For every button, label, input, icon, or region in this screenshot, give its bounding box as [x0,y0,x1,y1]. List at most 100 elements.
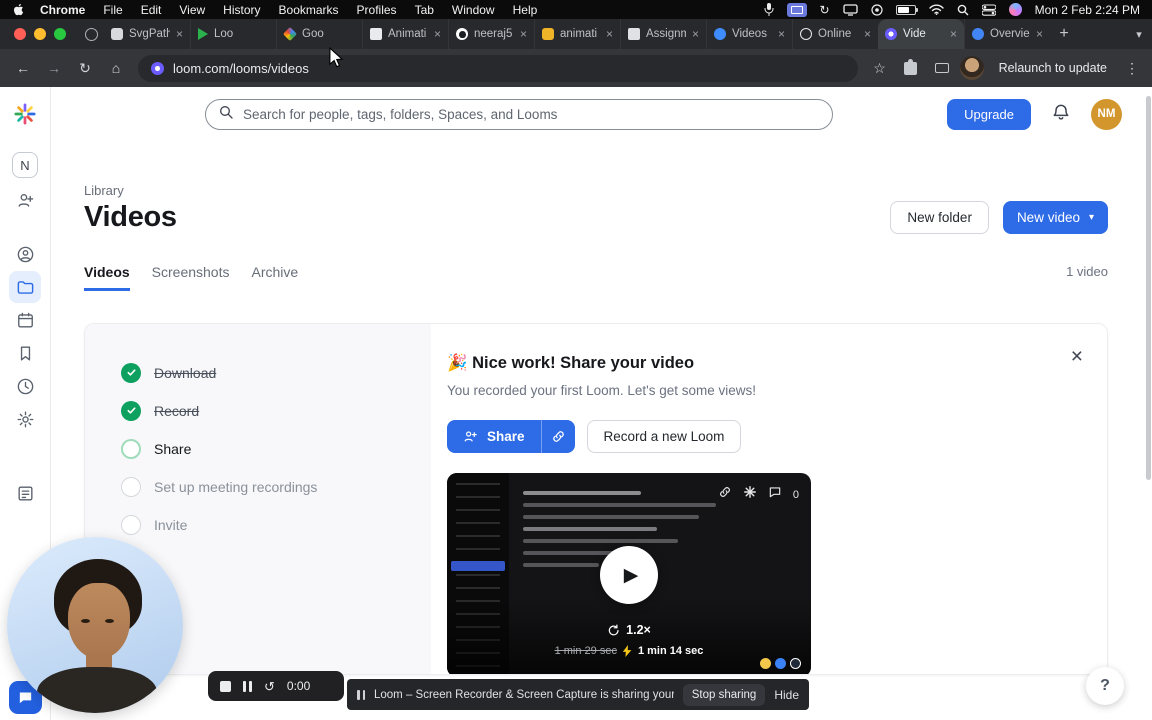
notifications-bell-icon[interactable] [1051,102,1071,127]
copy-video-link-icon[interactable] [718,485,732,504]
media-controls-icon[interactable] [929,55,955,81]
hide-banner-button[interactable]: Hide [774,688,799,702]
menu-history[interactable]: History [223,3,260,17]
back-button[interactable]: ← [10,55,36,81]
menu-profiles[interactable]: Profiles [357,3,397,17]
close-window-button[interactable] [14,28,26,40]
relaunch-to-update-button[interactable]: Relaunch to update [989,56,1117,80]
close-tab-icon[interactable]: × [950,28,957,40]
play-button[interactable]: ▶ [600,546,658,604]
pinned-tab[interactable] [78,19,104,49]
menu-view[interactable]: View [179,3,205,17]
playback-speed-badge[interactable]: 1.2× [607,623,651,637]
screen-sharing-status-icon[interactable] [786,2,807,17]
tab-animation[interactable]: Animati × [362,19,448,49]
stop-sharing-button[interactable]: Stop sharing [682,683,766,706]
tab-online[interactable]: Online × [792,19,878,49]
page-scrollbar[interactable] [1146,96,1151,480]
checklist-item-invite[interactable]: Invite [121,514,411,535]
new-folder-button[interactable]: New folder [890,201,989,234]
video-thumbnail[interactable]: 0 ▶ 1.2× 1 min 29 sec 1 min 14 sec [447,473,811,674]
menubar-app-name[interactable]: Chrome [40,3,85,17]
tab-loom-videos-active[interactable]: Vide × [878,19,964,49]
tab-loom-play[interactable]: Loo [190,19,276,49]
tab-screenshots[interactable]: Screenshots [152,264,230,290]
menu-bookmarks[interactable]: Bookmarks [279,3,339,17]
menu-help[interactable]: Help [513,3,538,17]
checklist-item-download[interactable]: Download [121,362,411,383]
forward-button[interactable]: → [41,55,67,81]
close-icon[interactable]: × [1071,346,1083,367]
spotlight-search-icon[interactable] [957,3,969,17]
close-tab-icon[interactable]: × [176,28,183,40]
display-status-icon[interactable] [842,3,858,17]
search-bar[interactable] [205,98,833,130]
sidebar-item-bookmarks[interactable] [9,337,41,369]
new-tab-button[interactable]: + [1050,19,1078,49]
close-tab-icon[interactable]: × [1036,28,1043,40]
tab-svgpath[interactable]: SvgPath × [104,19,190,49]
close-tab-icon[interactable]: × [864,28,871,40]
sidebar-item-library[interactable] [9,271,41,303]
loom-logo[interactable] [14,103,36,130]
menu-file[interactable]: File [103,3,122,17]
share-button[interactable]: Share [447,420,541,453]
webcam-bubble[interactable] [7,537,183,713]
zoom-window-button[interactable] [54,28,66,40]
tab-archive[interactable]: Archive [251,264,298,290]
battery-status-icon[interactable] [895,3,918,17]
tab-overview[interactable]: Overvie × [964,19,1050,49]
tab-animati[interactable]: animati × [534,19,620,49]
extensions-icon[interactable] [898,55,924,81]
tab-videos[interactable]: Videos [84,264,130,291]
home-button[interactable]: ⌂ [103,55,129,81]
chrome-menu-icon[interactable]: ⋮ [1122,60,1142,77]
invite-member-icon[interactable] [9,184,41,216]
user-avatar[interactable]: NM [1091,98,1122,130]
stop-recording-icon[interactable] [220,680,231,692]
close-tab-icon[interactable]: × [434,28,441,40]
profile-avatar[interactable] [959,56,984,80]
siri-icon[interactable] [1008,3,1022,16]
menu-window[interactable]: Window [452,3,495,17]
new-video-button[interactable]: New video ▾ [1002,201,1108,234]
tab-google[interactable]: Goo [276,19,362,49]
record-new-loom-button[interactable]: Record a new Loom [586,420,742,453]
sync-status-icon[interactable]: ↻ [820,3,830,17]
close-tab-icon[interactable]: × [778,28,785,40]
menu-tab[interactable]: Tab [415,3,434,17]
menu-edit[interactable]: Edit [141,3,162,17]
copy-link-button[interactable] [540,420,575,453]
shortcuts-status-icon[interactable] [871,3,883,17]
close-tab-icon[interactable]: × [520,28,527,40]
workspace-avatar[interactable]: N [12,152,38,178]
microphone-status-icon[interactable] [764,3,774,17]
upgrade-button[interactable]: Upgrade [947,98,1031,130]
menubar-clock[interactable]: Mon 2 Feb 2:24 PM [1035,3,1140,17]
control-center-icon[interactable] [981,3,996,17]
checklist-item-record[interactable]: Record [121,400,411,421]
tab-assignment[interactable]: Assignm × [620,19,706,49]
help-button[interactable]: ? [1086,667,1124,705]
search-input[interactable] [243,106,820,122]
sidebar-item-settings[interactable] [9,403,41,435]
wifi-status-icon[interactable] [928,3,944,17]
checklist-item-share[interactable]: Share [121,438,411,459]
pause-sharing-icon[interactable] [357,689,365,700]
tab-github[interactable]: neeraj5 × [448,19,534,49]
checklist-item-meeting-recordings[interactable]: Set up meeting recordings [121,476,411,497]
bookmark-star-icon[interactable]: ☆ [867,55,893,81]
sidebar-item-home[interactable] [9,238,41,270]
sidebar-item-meetings[interactable] [9,304,41,336]
address-bar[interactable]: loom.com/looms/videos [138,54,858,82]
restart-recording-icon[interactable]: ↺ [264,680,275,693]
close-tab-icon[interactable]: × [692,28,699,40]
pause-recording-icon[interactable] [243,680,252,692]
minimize-window-button[interactable] [34,28,46,40]
apple-icon[interactable] [12,3,24,16]
reload-button[interactable]: ↻ [72,55,98,81]
comments-icon[interactable] [768,485,782,504]
sidebar-item-history[interactable] [9,370,41,402]
tab-videos[interactable]: Videos × [706,19,792,49]
tab-search-chevron-icon[interactable]: ▾ [1126,19,1152,49]
